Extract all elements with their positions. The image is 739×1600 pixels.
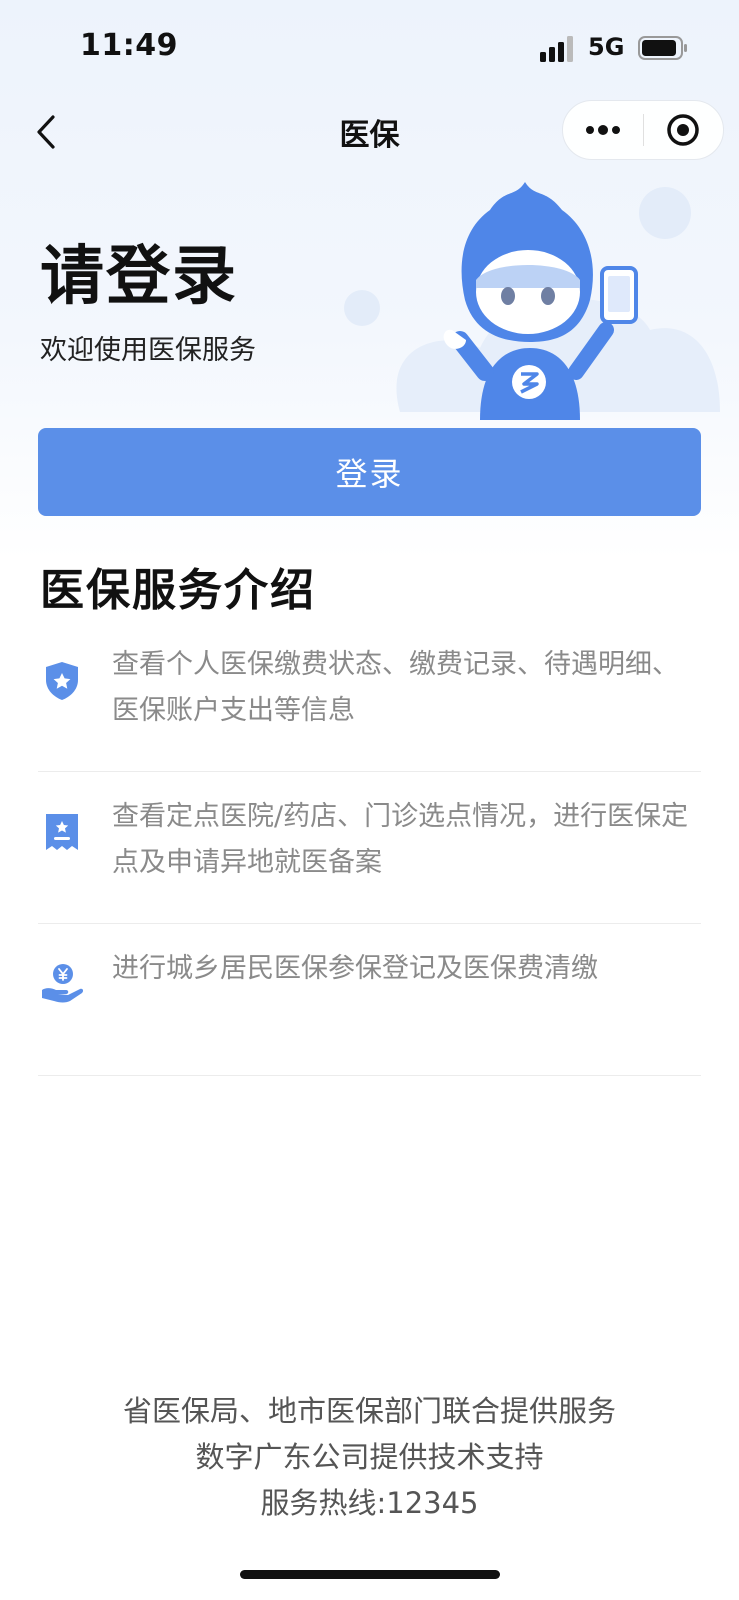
services-section-title: 医保服务介绍 — [40, 565, 316, 616]
mini-program-capsule — [562, 100, 724, 160]
network-type: 5G — [588, 33, 625, 61]
service-description: 查看个人医保缴费状态、缴费记录、待遇明细、医保账户支出等信息 — [112, 649, 679, 726]
more-button[interactable] — [563, 101, 643, 159]
signal-icon — [540, 36, 573, 62]
login-prompt-title: 请登录 — [40, 240, 238, 314]
service-item-resident-registration: 进行城乡居民医保参保登记及医保费清缴 — [38, 924, 701, 1076]
shield-star-icon — [46, 662, 78, 700]
service-list: 查看个人医保缴费状态、缴费记录、待遇明细、医保账户支出等信息 查看定点医院/药店… — [38, 620, 701, 1076]
footer-provider-text: 省医保局、地市医保部门联合提供服务 — [122, 1394, 616, 1428]
battery-icon — [638, 36, 687, 60]
service-description: 进行城乡居民医保参保登记及医保费清缴 — [112, 953, 598, 984]
welcome-subtitle: 欢迎使用医保服务 — [40, 335, 256, 366]
footer: 省医保局、地市医保部门联合提供服务 数字广东公司提供技术支持 服务热线:1234… — [0, 1388, 739, 1526]
hand-coin-icon — [42, 964, 84, 1003]
footer-tech-support-text: 数字广东公司提供技术支持 — [195, 1440, 544, 1474]
target-circle-icon — [667, 114, 699, 146]
home-indicator[interactable] — [240, 1570, 500, 1579]
login-button[interactable]: 登录 — [38, 428, 701, 516]
status-bar: 11:49 5G — [0, 0, 739, 96]
close-mini-program-button[interactable] — [644, 101, 724, 159]
service-item-payment-status: 查看个人医保缴费状态、缴费记录、待遇明细、医保账户支出等信息 — [38, 620, 701, 772]
receipt-icon — [46, 814, 78, 850]
service-item-designated-hospitals: 查看定点医院/药店、门诊选点情况，进行医保定点及申请异地就医备案 — [38, 772, 701, 924]
more-dots-icon — [585, 125, 620, 135]
footer-hotline-text: 服务热线:12345 — [260, 1486, 479, 1520]
status-time: 11:49 — [80, 28, 178, 63]
mascot-illustration — [344, 182, 720, 420]
service-description: 查看定点医院/药店、门诊选点情况，进行医保定点及申请异地就医备案 — [112, 801, 689, 878]
